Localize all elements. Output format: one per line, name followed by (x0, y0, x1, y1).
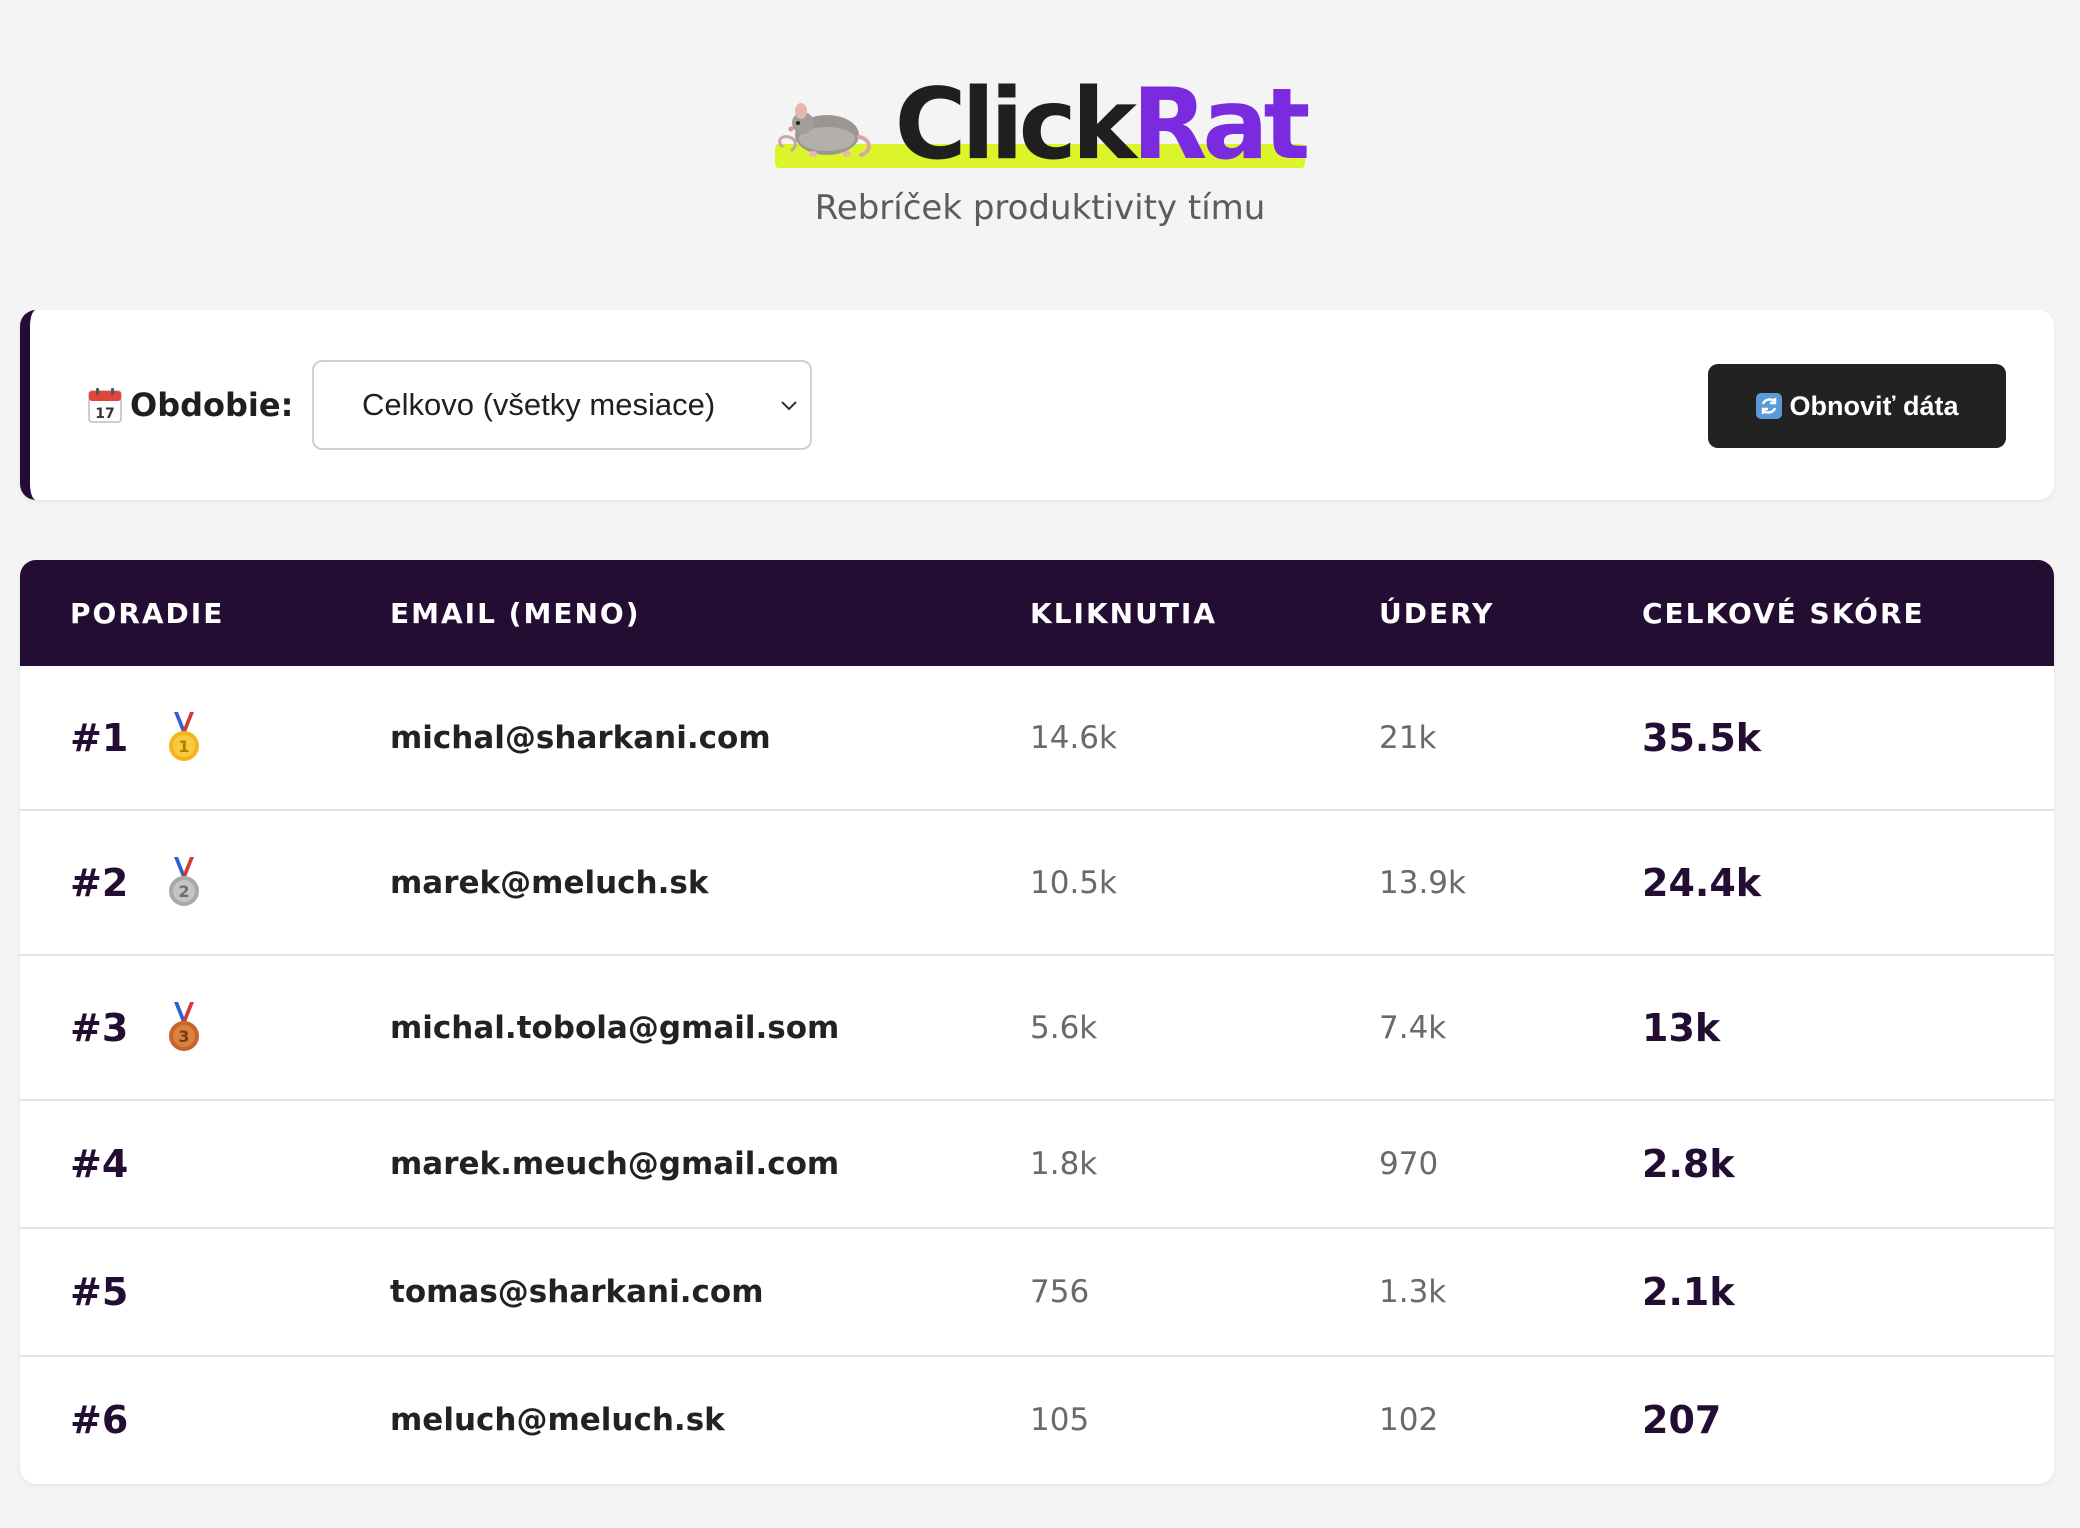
score-cell: 207 (1642, 1398, 1722, 1442)
table-row: #6 meluch@meluch.sk 105 102 207 (20, 1357, 2054, 1483)
rank-cell: #1 (70, 715, 129, 760)
silver-medal-icon: 2 (166, 811, 202, 954)
period-label: 17 Obdobie: (88, 386, 293, 424)
leaderboard-table: PORADIE EMAIL (MENO) KLIKNUTIA ÚDERY CEL… (20, 560, 2054, 1484)
refresh-button[interactable]: Obnoviť dáta (1708, 364, 2006, 448)
score-cell: 24.4k (1642, 860, 1762, 905)
keystrokes-cell: 1.3k (1379, 1274, 1447, 1310)
column-header-clicks: KLIKNUTIA (1030, 596, 1218, 630)
score-cell: 13k (1642, 1005, 1721, 1050)
table-row: #5 tomas@sharkani.com 756 1.3k 2.1k (20, 1229, 2054, 1357)
filter-card: 17 Obdobie: Celkovo (všetky mesiace) Obn… (20, 310, 2054, 500)
calendar-icon: 17 (88, 388, 122, 423)
email-cell: tomas@sharkani.com (390, 1274, 764, 1310)
clicks-cell: 1.8k (1030, 1146, 1098, 1182)
table-row: #3 3 michal.tobola@gmail.som 5.6k 7.4k 1… (20, 956, 2054, 1101)
brand-header: ClickRat (0, 70, 2080, 180)
bronze-medal-icon: 3 (166, 956, 202, 1099)
column-header-score: CELKOVÉ SKÓRE (1642, 596, 1925, 630)
brand-name: ClickRat (895, 76, 1311, 174)
rank-cell: #6 (70, 1398, 129, 1442)
keystrokes-cell: 21k (1379, 719, 1437, 756)
rat-icon (777, 103, 871, 157)
table-row: #4 marek.meuch@gmail.com 1.8k 970 2.8k (20, 1101, 2054, 1229)
table-header: PORADIE EMAIL (MENO) KLIKNUTIA ÚDERY CEL… (20, 560, 2054, 666)
rank-cell: #5 (70, 1270, 129, 1314)
column-header-keystrokes: ÚDERY (1379, 596, 1495, 630)
brand-logo: ClickRat (774, 70, 1311, 180)
email-cell: marek@meluch.sk (390, 864, 709, 901)
clicks-cell: 14.6k (1030, 719, 1117, 756)
refresh-icon (1755, 393, 1782, 419)
clicks-cell: 105 (1030, 1402, 1090, 1438)
svg-text:1: 1 (178, 737, 189, 756)
gold-medal-icon: 1 (166, 666, 202, 809)
period-select-value: Celkovo (všetky mesiace) (362, 387, 716, 422)
svg-text:2: 2 (178, 882, 189, 901)
table-row: #1 1 michal@sharkani.com 14.6k 21k 35.5k (20, 666, 2054, 811)
brand-name-rat: Rat (1131, 68, 1310, 182)
keystrokes-cell: 7.4k (1379, 1009, 1447, 1046)
chevron-down-icon (781, 401, 797, 411)
score-cell: 2.1k (1642, 1270, 1735, 1314)
keystrokes-cell: 970 (1379, 1146, 1439, 1182)
clicks-cell: 756 (1030, 1274, 1090, 1310)
rank-cell: #2 (70, 860, 129, 905)
email-cell: marek.meuch@gmail.com (390, 1146, 840, 1182)
svg-text:17: 17 (95, 406, 114, 422)
clicks-cell: 5.6k (1030, 1009, 1098, 1046)
score-cell: 35.5k (1642, 715, 1762, 760)
period-select[interactable]: Celkovo (všetky mesiace) (312, 360, 812, 450)
email-cell: michal.tobola@gmail.som (390, 1009, 840, 1046)
period-label-text: Obdobie: (130, 386, 294, 424)
svg-text:3: 3 (178, 1027, 189, 1046)
column-header-rank: PORADIE (70, 596, 225, 630)
brand-name-click: Click (894, 68, 1137, 182)
refresh-button-label: Obnoviť dáta (1789, 390, 1959, 421)
keystrokes-cell: 13.9k (1379, 864, 1466, 901)
email-cell: meluch@meluch.sk (390, 1402, 725, 1438)
score-cell: 2.8k (1642, 1142, 1735, 1186)
page: ClickRat Rebríček produktivity tímu 17 O… (0, 0, 2080, 1528)
keystrokes-cell: 102 (1379, 1402, 1439, 1438)
rank-cell: #3 (70, 1005, 129, 1050)
page-subtitle: Rebríček produktivity tímu (814, 188, 1266, 228)
email-cell: michal@sharkani.com (390, 719, 771, 756)
table-row: #2 2 marek@meluch.sk 10.5k 13.9k 24.4k (20, 811, 2054, 956)
column-header-email: EMAIL (MENO) (390, 596, 641, 630)
clicks-cell: 10.5k (1030, 864, 1117, 901)
rank-cell: #4 (70, 1142, 129, 1186)
